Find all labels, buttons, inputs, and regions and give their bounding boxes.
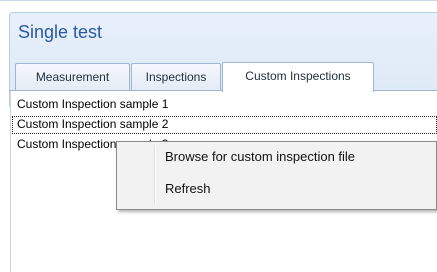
list-item[interactable]: Custom Inspection sample 1 (11, 95, 437, 115)
panel-title: Single test (18, 22, 103, 42)
tab-measurement[interactable]: Measurement (15, 63, 130, 91)
tab-inspections[interactable]: Inspections (131, 63, 221, 91)
refresh-menu-item[interactable]: Refresh (119, 176, 436, 202)
tab-custom-inspections[interactable]: Custom Inspections (222, 62, 374, 92)
single-test-panel: Single test Measurement Inspections Cust… (0, 0, 437, 272)
list-item[interactable]: Custom Inspection sample 2 (11, 115, 437, 135)
browse-custom-inspection-menu-item[interactable]: Browse for custom inspection file (119, 144, 436, 170)
context-menu: Browse for custom inspection file Refres… (116, 141, 437, 210)
